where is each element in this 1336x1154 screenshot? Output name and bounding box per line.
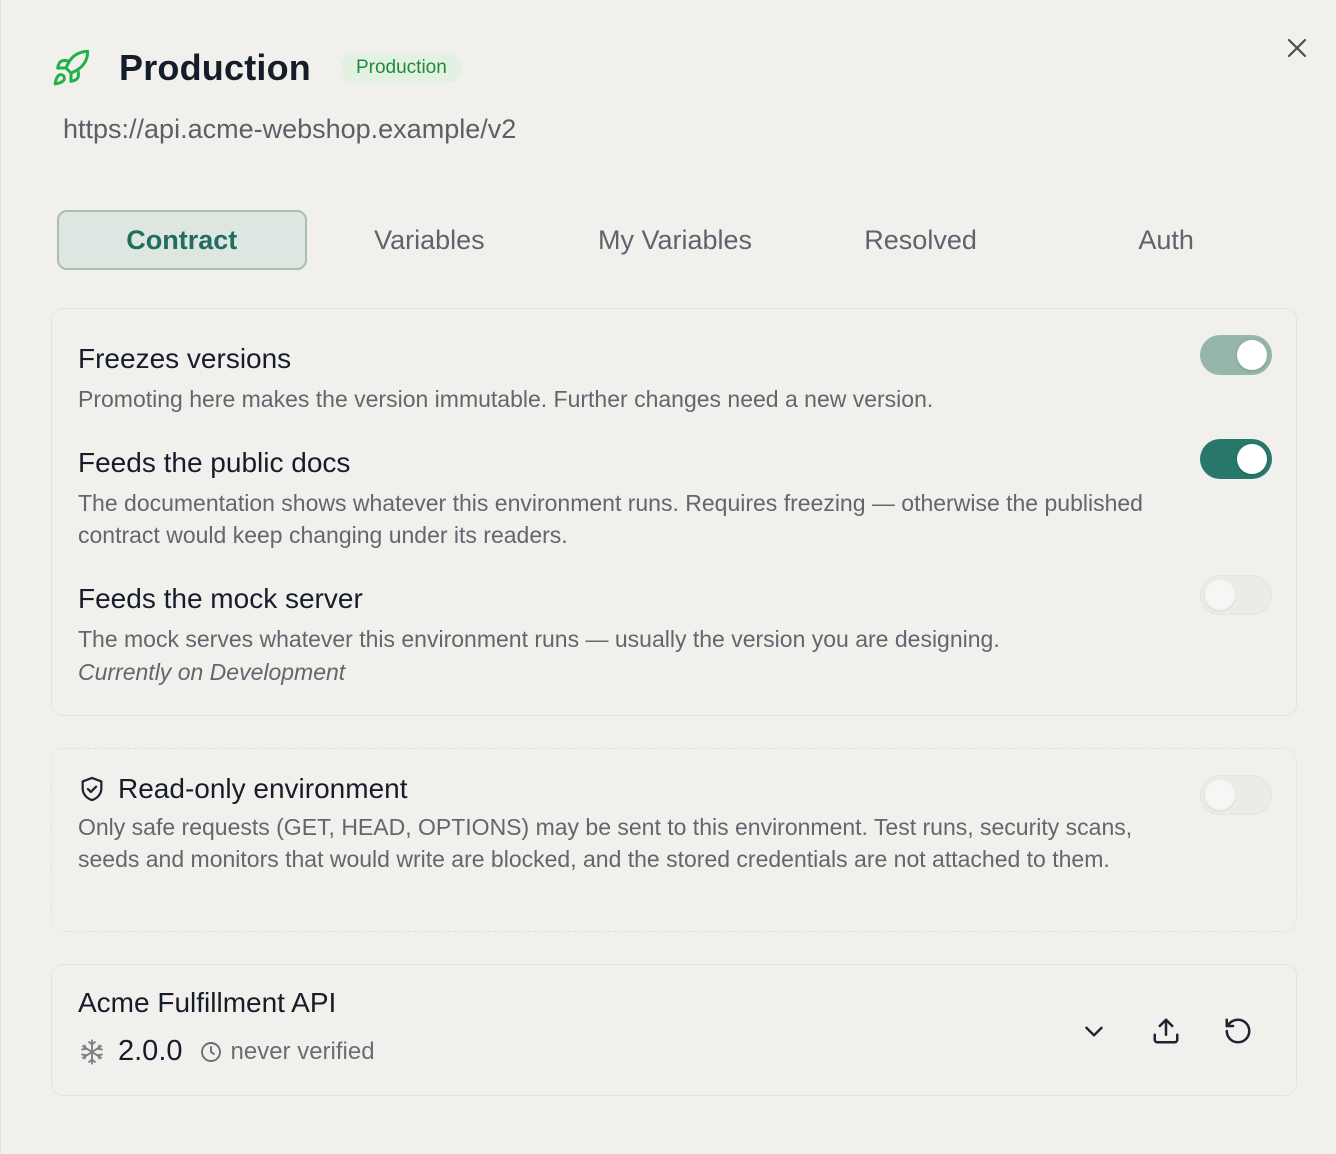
tab-variables[interactable]: Variables xyxy=(307,210,553,270)
api-meta: 2.0.0 never verified xyxy=(78,1035,375,1068)
setting-freeze-title: Freezes versions xyxy=(78,343,292,374)
tab-contract[interactable]: Contract xyxy=(57,210,307,270)
environment-url: https://api.acme-webshop.example/v2 xyxy=(63,114,517,144)
upload-icon xyxy=(1153,1018,1179,1044)
toggle-knob xyxy=(1205,780,1235,810)
tab-bar: Contract Variables My Variables Resolved… xyxy=(57,210,1289,270)
readonly-toggle[interactable] xyxy=(1200,775,1272,815)
api-version: 2.0.0 xyxy=(118,1035,183,1067)
readonly-description: Only safe requests (GET, HEAD, OPTIONS) … xyxy=(78,814,1133,872)
environment-panel: Production Production https://api.acme-w… xyxy=(0,0,1336,1154)
toggle-knob xyxy=(1237,340,1267,370)
setting-freeze: Freezes versions Promoting here makes th… xyxy=(78,343,1178,415)
snowflake-icon xyxy=(81,1038,103,1065)
panel-header: Production Production xyxy=(51,44,462,92)
setting-mock-note: Currently on Development xyxy=(78,659,346,685)
tab-my-variables[interactable]: My Variables xyxy=(552,210,798,270)
setting-docs-title: Feeds the public docs xyxy=(78,447,351,478)
readonly-title-row: Read-only environment xyxy=(78,773,408,805)
clock-icon xyxy=(199,1040,223,1064)
setting-docs-description: The documentation shows whatever this en… xyxy=(78,490,1143,548)
setting-mock-title: Feeds the mock server xyxy=(78,583,363,614)
setting-docs: Feeds the public docs The documentation … xyxy=(78,447,1178,551)
rotate-ccw-icon xyxy=(1225,1018,1251,1044)
rocket-icon xyxy=(51,48,91,88)
setting-mock: Feeds the mock server The mock serves wh… xyxy=(78,583,1178,686)
readonly-title: Read-only environment xyxy=(118,773,408,804)
verification-status: never verified xyxy=(230,1037,375,1065)
page-title: Production xyxy=(119,47,311,88)
toggle-knob xyxy=(1205,580,1235,610)
api-name: Acme Fulfillment API xyxy=(78,987,337,1018)
docs-toggle[interactable] xyxy=(1200,439,1272,479)
environment-badge: Production xyxy=(340,53,462,83)
api-card: Acme Fulfillment API 2.0.0 never verifie… xyxy=(51,964,1297,1096)
setting-freeze-description: Promoting here makes the version immutab… xyxy=(78,386,934,412)
tab-auth[interactable]: Auth xyxy=(1043,210,1289,270)
setting-mock-description: The mock serves whatever this environmen… xyxy=(78,626,1000,652)
toggle-knob xyxy=(1237,444,1267,474)
api-actions xyxy=(1040,1013,1256,1049)
rollback-button[interactable] xyxy=(1220,1013,1256,1049)
mock-toggle[interactable] xyxy=(1200,575,1272,615)
contract-settings-card: Freezes versions Promoting here makes th… xyxy=(51,308,1297,716)
close-button[interactable] xyxy=(1281,32,1313,64)
close-icon xyxy=(1287,38,1307,58)
readonly-card: Read-only environment Only safe requests… xyxy=(51,748,1297,932)
tab-resolved[interactable]: Resolved xyxy=(798,210,1044,270)
chevron-down-icon xyxy=(1085,1026,1103,1037)
freeze-toggle[interactable] xyxy=(1200,335,1272,375)
shield-check-icon xyxy=(81,776,103,802)
expand-button[interactable] xyxy=(1076,1013,1112,1049)
publish-button[interactable] xyxy=(1148,1013,1184,1049)
